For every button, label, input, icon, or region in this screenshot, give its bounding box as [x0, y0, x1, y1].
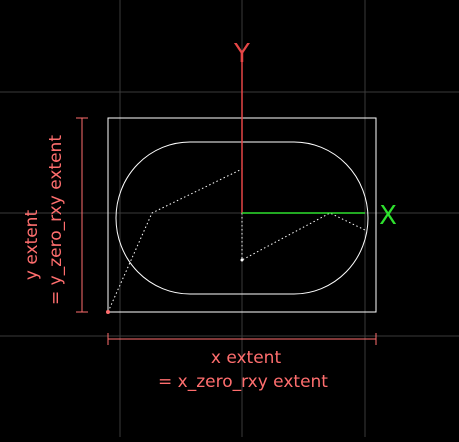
- x-axis-label: X: [379, 201, 397, 231]
- y-extent-label-1: y extent: [22, 210, 42, 281]
- drawing-canvas: Y X y extent = y_zero_rxy extent x exten…: [0, 0, 459, 437]
- dotted-path-right: [241, 169, 366, 261]
- x-extent-label-2: = x_zero_rxy extent: [158, 372, 328, 392]
- construction-lines: [107, 168, 366, 313]
- center-dot: [240, 258, 244, 262]
- x-extent-label-1: x extent: [211, 348, 282, 368]
- y-extent-dimension: [76, 117, 88, 313]
- corner-point: [106, 310, 110, 314]
- y-extent-label-2: = y_zero_rxy extent: [46, 135, 66, 305]
- diagram-svg: Y X y extent = y_zero_rxy extent x exten…: [0, 0, 459, 437]
- y-axis-label: Y: [233, 39, 250, 69]
- dotted-path-left: [107, 168, 243, 313]
